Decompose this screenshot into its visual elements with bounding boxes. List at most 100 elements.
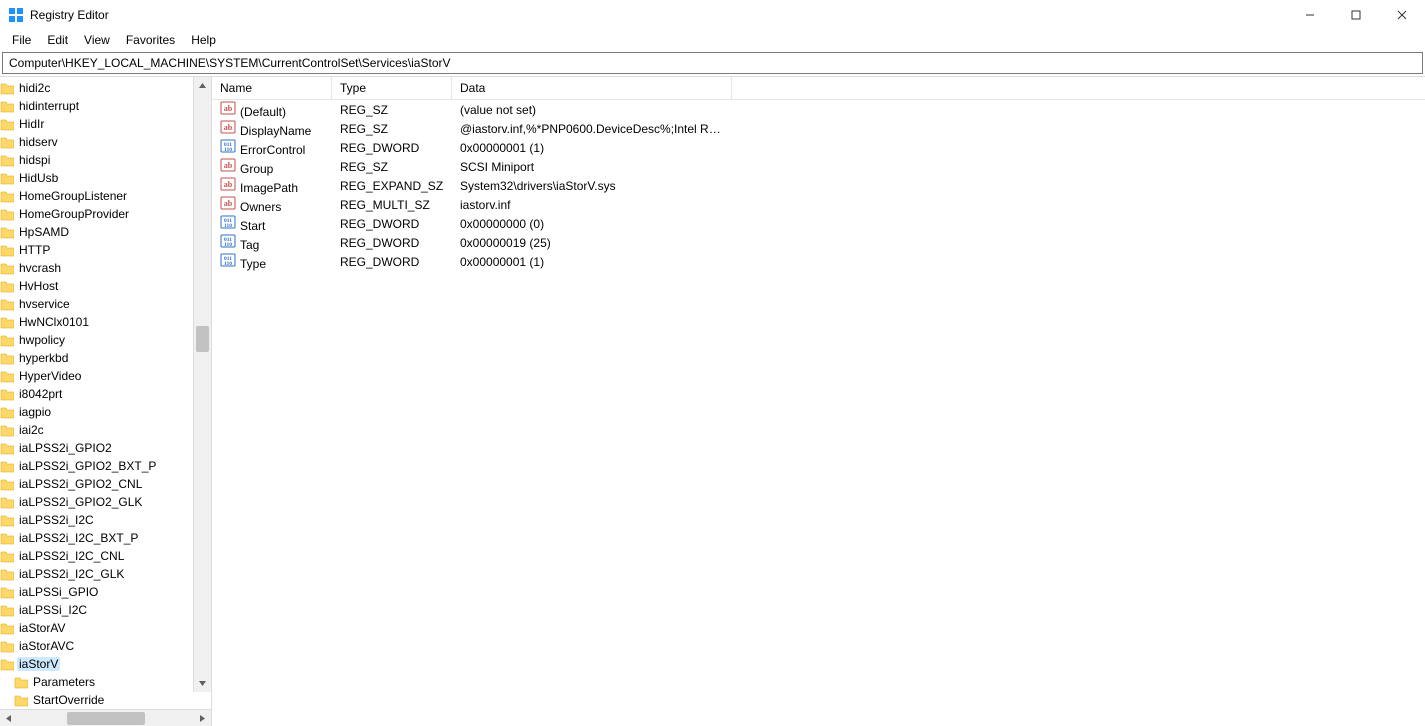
- tree-item[interactable]: hidi2c: [0, 79, 194, 97]
- address-bar[interactable]: [2, 52, 1423, 74]
- folder-icon: [0, 297, 14, 311]
- title-bar: Registry Editor: [0, 0, 1425, 30]
- dword-value-icon: [220, 233, 236, 249]
- tree-item-label: iaLPSS2i_GPIO2_GLK: [17, 495, 144, 509]
- registry-tree[interactable]: hidi2chidinterruptHidIrhidserv hidspi HidU…: [0, 77, 211, 709]
- tree-item[interactable]: iaLPSS2i_GPIO2_GLK: [0, 493, 194, 511]
- tree-item-label: HomeGroupListener: [17, 189, 129, 203]
- tree-item[interactable]: hvcrash: [0, 259, 194, 277]
- tree-item[interactable]: iaStorV: [0, 655, 194, 673]
- tree-item[interactable]: iaStorAV: [0, 619, 194, 637]
- list-row[interactable]: DisplayNameREG_SZ@iastorv.inf,%*PNP0600.…: [212, 119, 1425, 138]
- string-value-icon: [220, 100, 236, 116]
- scroll-thumb[interactable]: [196, 326, 209, 352]
- tree-item[interactable]: iaLPSS2i_I2C: [0, 511, 194, 529]
- tree-item-label: HpSAMD: [17, 225, 71, 239]
- tree-item[interactable]: HTTP: [0, 241, 194, 259]
- tree-item[interactable]: HomeGroupListener: [0, 187, 194, 205]
- list-row[interactable]: (Default)REG_SZ(value not set): [212, 100, 1425, 119]
- list-header[interactable]: Name Type Data: [212, 77, 1425, 100]
- tree-horizontal-scrollbar[interactable]: [0, 709, 211, 726]
- list-row[interactable]: ImagePathREG_EXPAND_SZSystem32\drivers\i…: [212, 176, 1425, 195]
- value-type-cell: REG_SZ: [332, 103, 452, 117]
- value-name: ImagePath: [240, 181, 298, 195]
- tree-item[interactable]: HidUsb: [0, 169, 194, 187]
- tree-item-label: iaStorAVC: [17, 639, 76, 653]
- folder-icon: [0, 81, 14, 95]
- scroll-track[interactable]: [194, 94, 211, 675]
- tree-item-label: HyperVideo: [17, 369, 83, 383]
- column-header-name[interactable]: Name: [212, 77, 332, 99]
- hscroll-thumb[interactable]: [67, 712, 145, 725]
- folder-icon: [0, 153, 14, 167]
- tree-item[interactable]: iaLPSS2i_I2C_BXT_P: [0, 529, 194, 547]
- list-row[interactable]: StartREG_DWORD0x00000000 (0): [212, 214, 1425, 233]
- tree-item[interactable]: iaLPSS2i_I2C_GLK: [0, 565, 194, 583]
- tree-item[interactable]: HwNClx0101: [0, 313, 194, 331]
- tree-item[interactable]: iaLPSS2i_GPIO2_BXT_P: [0, 457, 194, 475]
- tree-item[interactable]: hidinterrupt: [0, 97, 194, 115]
- tree-item[interactable]: iagpio: [0, 403, 194, 421]
- tree-item-label: iai2c: [17, 423, 46, 437]
- dword-value-icon: [220, 138, 236, 154]
- tree-item[interactable]: HomeGroupProvider: [0, 205, 194, 223]
- scroll-down-arrow-icon[interactable]: [194, 675, 211, 692]
- tree-item[interactable]: i8042prt: [0, 385, 194, 403]
- list-row[interactable]: TagREG_DWORD0x00000019 (25): [212, 233, 1425, 252]
- folder-icon: [0, 603, 14, 617]
- menu-help[interactable]: Help: [183, 32, 224, 48]
- minimize-button[interactable]: [1287, 0, 1333, 30]
- tree-item-label: hyperkbd: [17, 351, 70, 365]
- tree-item[interactable]: HvHost: [0, 277, 194, 295]
- list-row[interactable]: TypeREG_DWORD0x00000001 (1): [212, 252, 1425, 271]
- scroll-up-arrow-icon[interactable]: [194, 77, 211, 94]
- tree-item[interactable]: iaLPSSi_I2C: [0, 601, 194, 619]
- tree-item-label: hidspi: [17, 153, 52, 167]
- scroll-right-arrow-icon[interactable]: [194, 710, 211, 726]
- folder-icon: [0, 171, 14, 185]
- menu-view[interactable]: View: [76, 32, 118, 48]
- menu-file[interactable]: File: [4, 32, 39, 48]
- value-name-cell: DisplayName: [212, 119, 332, 138]
- tree-item-label: iaLPSS2i_I2C_CNL: [17, 549, 126, 563]
- value-data-cell: @iastorv.inf,%*PNP0600.DeviceDesc%;Intel…: [452, 122, 732, 136]
- maximize-button[interactable]: [1333, 0, 1379, 30]
- tree-item[interactable]: hidserv: [0, 133, 194, 151]
- column-header-type[interactable]: Type: [332, 77, 452, 99]
- tree-item[interactable]: iaLPSS2i_I2C_CNL: [0, 547, 194, 565]
- folder-icon: [14, 693, 28, 707]
- folder-icon: [0, 549, 14, 563]
- menu-edit[interactable]: Edit: [39, 32, 76, 48]
- folder-icon: [0, 99, 14, 113]
- list-row[interactable]: GroupREG_SZSCSI Miniport: [212, 157, 1425, 176]
- tree-item[interactable]: iaStorAVC: [0, 637, 194, 655]
- address-input[interactable]: [7, 55, 1418, 71]
- tree-item[interactable]: hvservice: [0, 295, 194, 313]
- tree-item[interactable]: HpSAMD: [0, 223, 194, 241]
- scroll-left-arrow-icon[interactable]: [0, 710, 17, 726]
- hscroll-track[interactable]: [17, 710, 194, 726]
- tree-item[interactable]: iaLPSS2i_GPIO2_CNL: [0, 475, 194, 493]
- tree-item[interactable]: HyperVideo: [0, 367, 194, 385]
- close-button[interactable]: [1379, 0, 1425, 30]
- list-row[interactable]: OwnersREG_MULTI_SZiastorv.inf: [212, 195, 1425, 214]
- menu-favorites[interactable]: Favorites: [118, 32, 183, 48]
- tree-item[interactable]: hyperkbd: [0, 349, 194, 367]
- app-icon: [8, 7, 24, 23]
- tree-item[interactable]: iai2c: [0, 421, 194, 439]
- tree-item[interactable]: hwpolicy: [0, 331, 194, 349]
- tree-item[interactable]: Parameters: [0, 673, 194, 691]
- list-row[interactable]: ErrorControlREG_DWORD0x00000001 (1): [212, 138, 1425, 157]
- value-type-cell: REG_DWORD: [332, 236, 452, 250]
- tree-vertical-scrollbar[interactable]: [193, 77, 211, 692]
- column-header-data[interactable]: Data: [452, 77, 732, 99]
- folder-icon: [0, 621, 14, 635]
- tree-item[interactable]: HidIr: [0, 115, 194, 133]
- value-type-cell: REG_DWORD: [332, 255, 452, 269]
- list-body[interactable]: (Default)REG_SZ(value not set)DisplayNam…: [212, 100, 1425, 726]
- tree-item[interactable]: iaLPSSi_GPIO: [0, 583, 194, 601]
- window-title: Registry Editor: [30, 8, 109, 22]
- tree-item[interactable]: iaLPSS2i_GPIO2: [0, 439, 194, 457]
- tree-item[interactable]: StartOverride: [0, 691, 194, 709]
- tree-item[interactable]: hidspi: [0, 151, 194, 169]
